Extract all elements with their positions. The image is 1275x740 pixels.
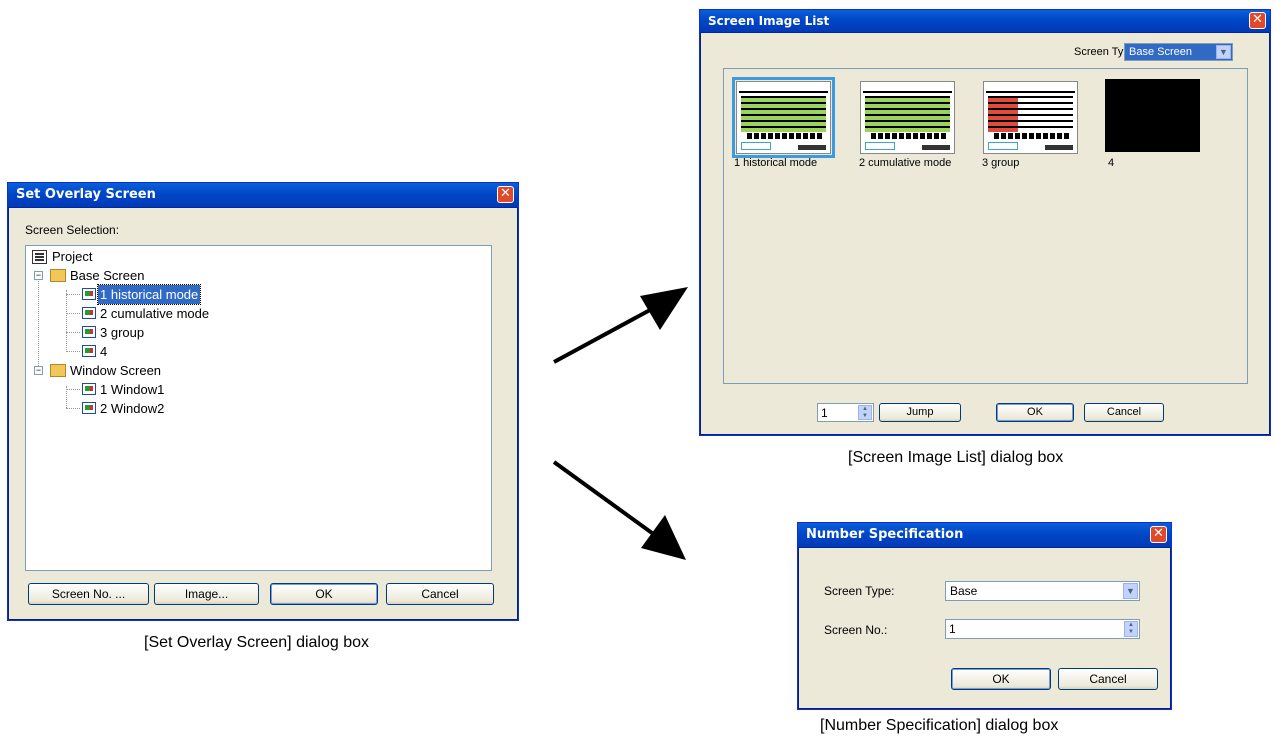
project-icon <box>32 250 47 264</box>
thumb-grid <box>988 96 1073 132</box>
cancel-button[interactable]: Cancel <box>1084 403 1164 422</box>
screen-icon <box>82 326 96 338</box>
tree-item-label: 3 group <box>100 325 145 340</box>
collapse-icon[interactable]: − <box>34 271 43 280</box>
tree-item-label: Window Screen <box>70 363 162 378</box>
screen-icon <box>82 288 96 300</box>
tree-item-window-screen[interactable]: − Window Screen <box>26 361 326 380</box>
screen-type-value: Base Screen <box>1129 46 1192 58</box>
thumb-footer <box>798 145 826 150</box>
ok-button[interactable]: OK <box>270 583 378 605</box>
thumbnail-label: 4 <box>1108 157 1115 169</box>
screen-image-list-title: Screen Image List <box>708 14 830 28</box>
tree-item-label: 2 Window2 <box>100 401 165 416</box>
cancel-button[interactable]: Cancel <box>1058 668 1158 690</box>
thumbnail-1[interactable] <box>732 77 835 158</box>
tree-item-screen[interactable]: 1 historical mode <box>26 284 326 305</box>
spin-arrows-icon[interactable]: ▲ ▼ <box>1124 621 1138 637</box>
screen-type-label: Screen Type: <box>824 584 895 598</box>
ok-button[interactable]: OK <box>951 668 1051 690</box>
screen-type-select[interactable]: Base ▼ <box>945 581 1140 601</box>
number-spec-titlebar: Number Specification ✕ <box>798 523 1171 548</box>
tree-item-project[interactable]: Project <box>26 247 326 266</box>
screen-no-spinner[interactable]: 1 ▲ ▼ <box>945 619 1140 639</box>
thumbnail-list[interactable]: 1 historical mode 2 cumulative mode 3 gr… <box>723 68 1248 384</box>
set-overlay-caption: [Set Overlay Screen] dialog box <box>144 634 370 651</box>
close-icon[interactable]: ✕ <box>1249 12 1266 29</box>
screen-tree[interactable]: Project − Base Screen 1 historical mode … <box>25 245 492 571</box>
tree-item-label: 2 cumulative mode <box>100 306 210 321</box>
set-overlay-screen-dialog: Set Overlay Screen ✕ Screen Selection: P… <box>7 182 519 621</box>
thumbnail-4[interactable] <box>1105 79 1200 152</box>
arrow-to-number-spec <box>552 460 654 535</box>
thumb-grid <box>865 96 950 132</box>
screen-number-spinner[interactable]: 1 ▲ ▼ <box>817 403 874 422</box>
thumbnail-3[interactable] <box>983 81 1078 154</box>
number-spec-caption: [Number Specification] dialog box <box>820 717 1059 734</box>
screen-type-value: Base <box>950 584 978 598</box>
spinner-value: 1 <box>821 406 828 420</box>
tree-item-screen[interactable]: 2 Window2 <box>26 399 326 418</box>
folder-icon <box>50 269 66 282</box>
arrow-head-icon <box>640 287 688 330</box>
arrow-to-screen-image-list <box>553 308 651 364</box>
number-spec-title: Number Specification <box>806 527 964 542</box>
thumb-footer <box>871 133 946 139</box>
set-overlay-title: Set Overlay Screen <box>16 187 156 202</box>
thumb-footer <box>741 142 771 150</box>
collapse-icon[interactable]: − <box>34 366 43 375</box>
tree-item-label: 1 historical mode <box>96 284 202 305</box>
thumbnail-2[interactable] <box>860 81 955 154</box>
thumbnail-label: 2 cumulative mode <box>859 157 952 169</box>
tree-item-label: Project <box>52 249 93 264</box>
chevron-down-icon[interactable]: ▼ <box>1123 583 1138 599</box>
screen-icon <box>82 383 96 395</box>
screen-image-list-caption: [Screen Image List] dialog box <box>848 449 1064 466</box>
thumb-header <box>863 84 952 93</box>
screen-no-button[interactable]: Screen No. ... <box>28 583 149 605</box>
spin-arrows-icon[interactable]: ▲ ▼ <box>858 405 872 420</box>
thumb-grid <box>741 96 826 132</box>
thumb-footer <box>747 133 822 139</box>
screen-no-label: Screen No.: <box>824 623 888 637</box>
thumb-footer <box>865 142 895 150</box>
tree-item-label: 4 <box>100 344 108 359</box>
chevron-down-icon[interactable]: ▼ <box>1216 45 1231 59</box>
tree-item-base-screen[interactable]: − Base Screen <box>26 266 326 285</box>
arrow-head-icon <box>641 515 686 560</box>
spinner-value: 1 <box>949 622 956 636</box>
tree-item-screen[interactable]: 1 Window1 <box>26 380 326 399</box>
thumb-header <box>986 84 1075 93</box>
tree-item-label: Base Screen <box>70 268 145 283</box>
thumb-footer <box>994 133 1069 139</box>
tree-item-screen[interactable]: 3 group <box>26 323 326 342</box>
screen-icon <box>82 307 96 319</box>
tree-item-screen[interactable]: 4 <box>26 342 326 361</box>
close-icon[interactable]: ✕ <box>497 186 514 203</box>
set-overlay-titlebar: Set Overlay Screen ✕ <box>8 183 518 208</box>
thumb-footer <box>922 145 950 150</box>
thumbnail-label: 3 group <box>982 157 1020 169</box>
ok-button[interactable]: OK <box>996 403 1074 422</box>
tree-item-screen[interactable]: 2 cumulative mode <box>26 304 326 323</box>
thumb-header <box>739 84 828 93</box>
screen-icon <box>82 345 96 357</box>
close-icon[interactable]: ✕ <box>1150 526 1167 543</box>
image-button[interactable]: Image... <box>154 583 259 605</box>
screen-selection-label: Screen Selection: <box>25 223 120 237</box>
screen-image-list-titlebar: Screen Image List ✕ <box>700 10 1270 33</box>
tree-item-label: 1 Window1 <box>100 382 165 397</box>
cancel-button[interactable]: Cancel <box>386 583 494 605</box>
screen-icon <box>82 402 96 414</box>
screen-image-list-dialog: Screen Image List ✕ Screen Type: Base Sc… <box>699 9 1271 436</box>
jump-button[interactable]: Jump <box>879 403 961 422</box>
screen-type-select[interactable]: Base Screen ▼ <box>1124 43 1233 61</box>
thumbnail-label: 1 historical mode <box>734 157 818 169</box>
folder-icon <box>50 364 66 377</box>
number-specification-dialog: Number Specification ✕ Screen Type: Base… <box>797 522 1172 710</box>
thumb-footer <box>1045 145 1073 150</box>
thumb-footer <box>988 142 1018 150</box>
